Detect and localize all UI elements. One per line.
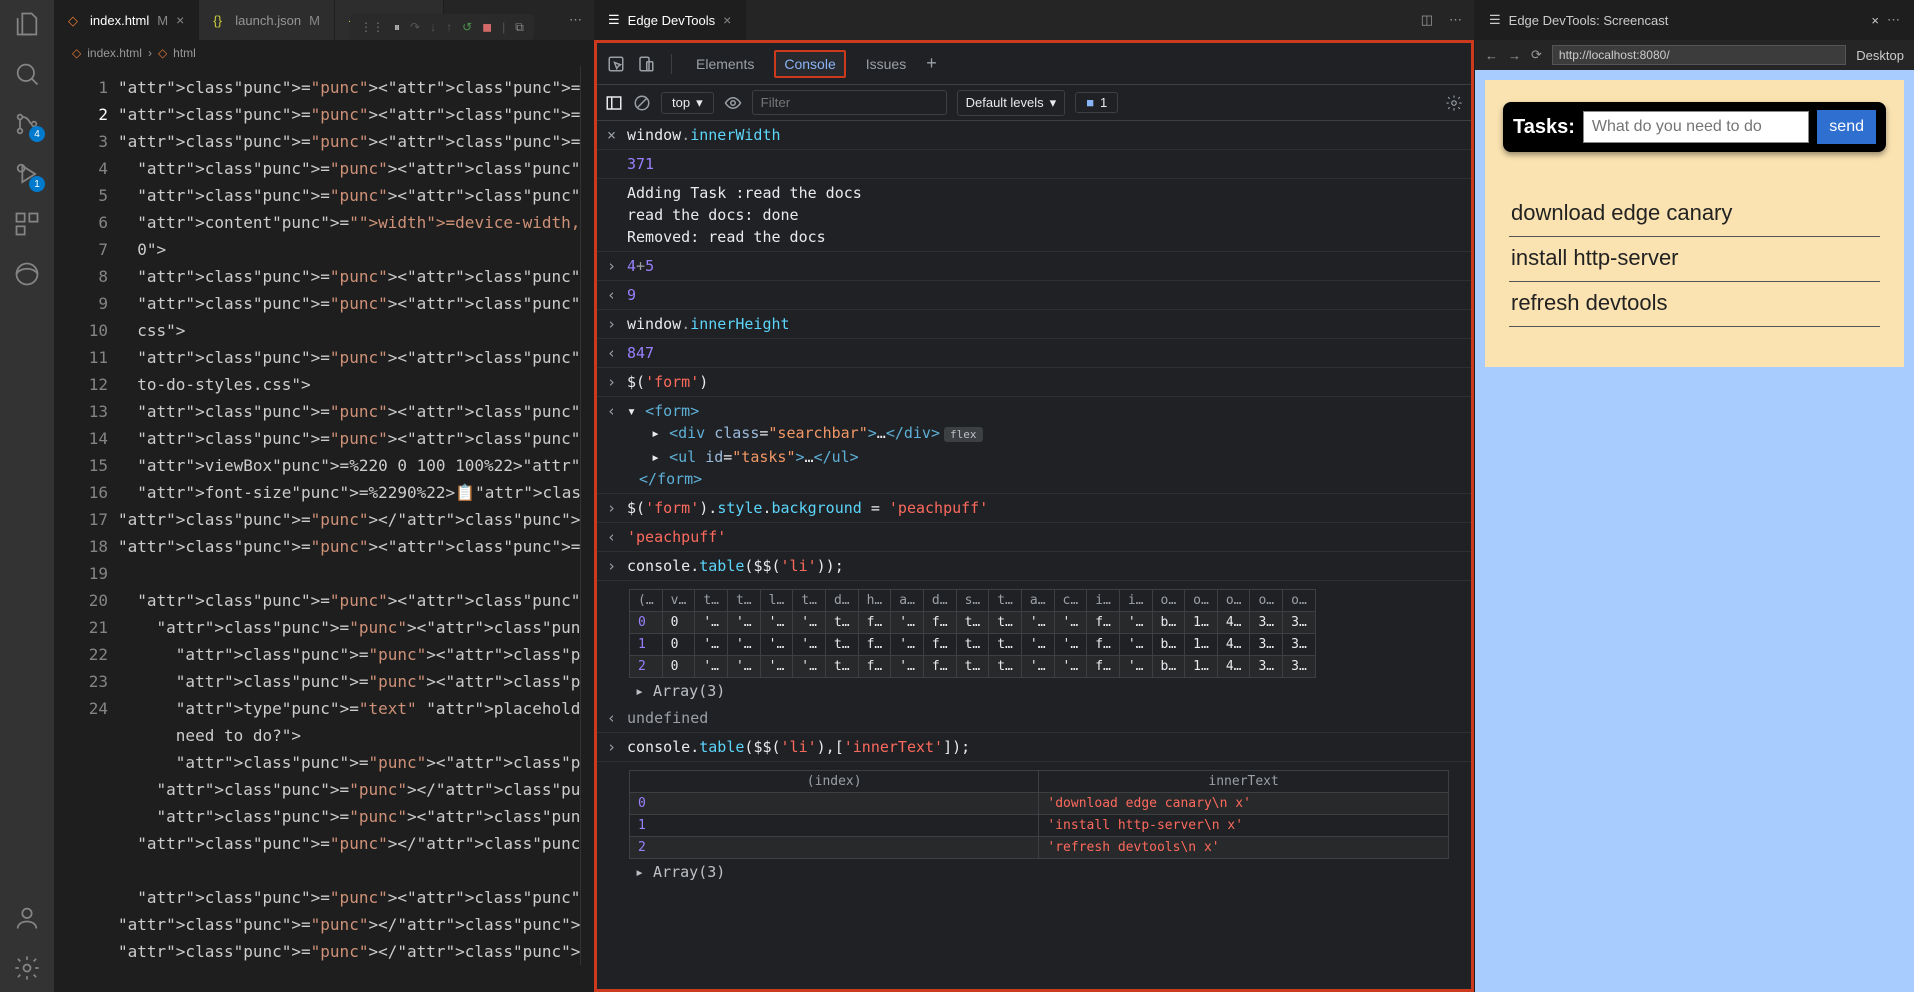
json-file-icon: {} bbox=[213, 13, 227, 27]
step-over-icon[interactable]: ↷ bbox=[410, 20, 420, 34]
account-icon[interactable] bbox=[13, 904, 41, 932]
preview-icon: ☰ bbox=[608, 12, 620, 28]
step-out-icon[interactable]: ↑ bbox=[446, 20, 452, 34]
close-icon[interactable]: × bbox=[1871, 13, 1879, 28]
add-tab-icon[interactable]: + bbox=[926, 53, 937, 74]
editor-column: ◇ index.html M × {} launch.json M {} tas… bbox=[54, 0, 594, 992]
list-item[interactable]: refresh devtools bbox=[1509, 282, 1880, 327]
levels-selector[interactable]: Default levels ▾ bbox=[957, 90, 1066, 116]
more-icon[interactable]: ⋯ bbox=[569, 12, 582, 28]
context-selector[interactable]: top▾ bbox=[661, 92, 714, 114]
clear-console-icon[interactable] bbox=[633, 94, 651, 112]
list-item[interactable]: download edge canary bbox=[1509, 192, 1880, 237]
preview-icon: ☰ bbox=[1489, 12, 1501, 28]
restart-icon[interactable]: ↺ bbox=[462, 20, 472, 34]
close-icon[interactable]: × bbox=[176, 12, 184, 28]
extensions-icon[interactable] bbox=[13, 210, 41, 238]
devtools-tab-issues[interactable]: Issues bbox=[858, 52, 914, 76]
screencast-toolbar: ← → ⟳ Desktop bbox=[1475, 40, 1914, 70]
tab-label: index.html bbox=[90, 13, 149, 28]
files-icon[interactable] bbox=[13, 10, 41, 38]
tab-label: launch.json bbox=[235, 13, 301, 28]
search-icon[interactable] bbox=[13, 60, 41, 88]
pause-icon[interactable]: ⏸ bbox=[394, 20, 400, 35]
searchbar: Tasks: send bbox=[1503, 102, 1886, 152]
task-input[interactable] bbox=[1583, 111, 1809, 143]
tab-label: Edge DevTools: Screencast bbox=[1509, 13, 1864, 28]
source-control-icon[interactable]: 4 bbox=[13, 110, 41, 138]
screencast-column: ☰ Edge DevTools: Screencast × ⋯ ← → ⟳ De… bbox=[1474, 0, 1914, 992]
back-icon[interactable]: ← bbox=[1485, 48, 1498, 63]
more-icon[interactable]: ⋯ bbox=[1887, 12, 1900, 28]
devtools-tab-elements[interactable]: Elements bbox=[688, 52, 762, 76]
console-toolbar: top▾ Default levels ▾ ■1 bbox=[597, 85, 1471, 121]
todo-app: Tasks: send download edge canaryinstall … bbox=[1485, 80, 1904, 367]
editor-tab-actions: ⋯ bbox=[557, 0, 594, 40]
breadcrumb-symbol: html bbox=[173, 46, 196, 60]
breadcrumb[interactable]: ◇ index.html › ◇ html ⋮⋮ ⏸ ↷ ↓ ↑ ↺ ◼ | ⧉ bbox=[54, 40, 594, 66]
devtools-panel: Elements Console Issues + top▾ Default l… bbox=[594, 40, 1474, 992]
url-input[interactable] bbox=[1552, 45, 1846, 65]
stop-icon[interactable]: ◼ bbox=[482, 20, 492, 34]
reload-icon[interactable]: ⟳ bbox=[1531, 47, 1542, 63]
devtools-header: Elements Console Issues + bbox=[597, 43, 1471, 85]
forward-icon[interactable]: → bbox=[1508, 48, 1521, 63]
settings-icon[interactable] bbox=[1445, 94, 1463, 112]
screencast-view: Tasks: send download edge canaryinstall … bbox=[1475, 70, 1914, 992]
code-body[interactable]: "attr">class"punc">="punc"><"attr">class… bbox=[118, 66, 580, 965]
tab-suffix: M bbox=[157, 13, 168, 28]
debug-badge: 1 bbox=[29, 176, 45, 192]
tab-index-html[interactable]: ◇ index.html M × bbox=[54, 0, 199, 40]
breadcrumb-file: index.html bbox=[87, 46, 142, 60]
filter-input[interactable] bbox=[752, 90, 947, 115]
open-devtools-icon[interactable]: ⧉ bbox=[515, 20, 524, 35]
live-expression-icon[interactable] bbox=[724, 94, 742, 112]
gutter: 123456789101112131415161718192021222324 bbox=[54, 66, 118, 965]
tab-edge-devtools[interactable]: ☰ Edge DevTools × bbox=[594, 0, 746, 40]
edge-icon[interactable] bbox=[13, 260, 41, 288]
mode-label[interactable]: Desktop bbox=[1856, 48, 1904, 63]
gear-icon[interactable] bbox=[13, 954, 41, 982]
tab-suffix: M bbox=[309, 13, 320, 28]
tasks-label: Tasks: bbox=[1513, 116, 1575, 139]
list-item[interactable]: install http-server bbox=[1509, 237, 1880, 282]
more-icon[interactable]: ⋯ bbox=[1449, 12, 1462, 28]
issues-pill[interactable]: ■1 bbox=[1075, 92, 1118, 113]
devtools-tab-console[interactable]: Console bbox=[774, 50, 845, 78]
sidebar-toggle-icon[interactable] bbox=[605, 94, 623, 112]
minimap[interactable] bbox=[580, 66, 594, 965]
tab-label: Edge DevTools bbox=[628, 13, 715, 28]
step-into-icon[interactable]: ↓ bbox=[430, 20, 436, 34]
tasks-list: download edge canaryinstall http-serverr… bbox=[1503, 192, 1886, 327]
main-area: ◇ index.html M × {} launch.json M {} tas… bbox=[54, 0, 1914, 992]
device-icon[interactable] bbox=[637, 55, 655, 73]
debug-toolbar: ⋮⋮ ⏸ ↷ ↓ ↑ ↺ ◼ | ⧉ bbox=[350, 14, 534, 40]
send-button[interactable]: send bbox=[1817, 110, 1876, 144]
scm-badge: 4 bbox=[29, 126, 45, 142]
drag-icon[interactable]: ⋮⋮ bbox=[360, 20, 384, 34]
close-icon[interactable]: × bbox=[723, 12, 731, 28]
code-editor[interactable]: 123456789101112131415161718192021222324 … bbox=[54, 66, 594, 965]
inspect-icon[interactable] bbox=[607, 55, 625, 73]
activity-bar: 4 1 bbox=[0, 0, 54, 992]
screencast-tab[interactable]: ☰ Edge DevTools: Screencast × ⋯ bbox=[1475, 0, 1914, 40]
devtools-column: ☰ Edge DevTools × ◫ ⋯ Elements Console I… bbox=[594, 0, 1474, 992]
devtools-tabrow: ☰ Edge DevTools × ◫ ⋯ bbox=[594, 0, 1474, 40]
console-body[interactable]: ×window.innerWidth371Adding Task :read t… bbox=[597, 121, 1471, 989]
split-icon[interactable]: ◫ bbox=[1421, 12, 1433, 28]
html-file-icon: ◇ bbox=[68, 13, 82, 27]
tab-launch-json[interactable]: {} launch.json M bbox=[199, 0, 335, 40]
debug-icon[interactable]: 1 bbox=[13, 160, 41, 188]
